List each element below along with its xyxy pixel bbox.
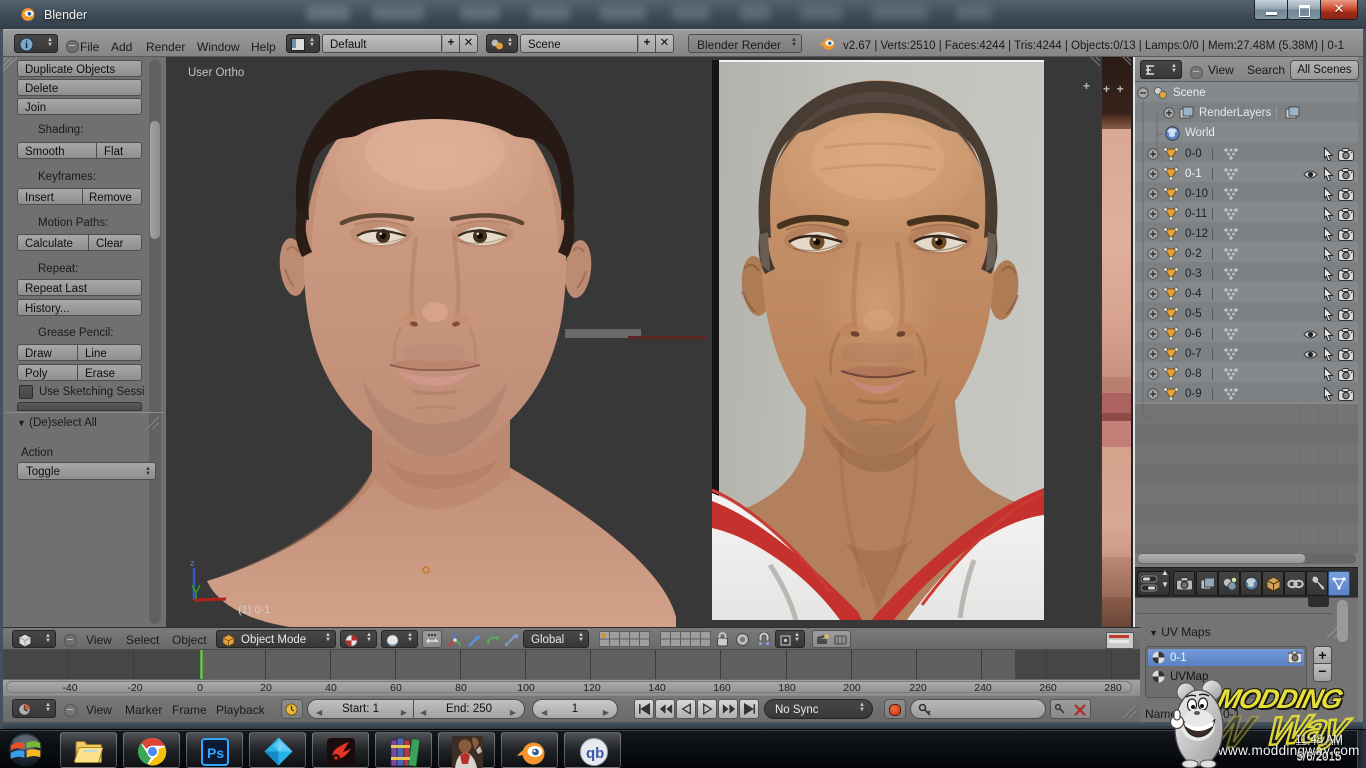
- svg-text:z: z: [190, 558, 195, 568]
- svg-text:i: i: [25, 40, 28, 51]
- svg-text:qb: qb: [586, 745, 604, 762]
